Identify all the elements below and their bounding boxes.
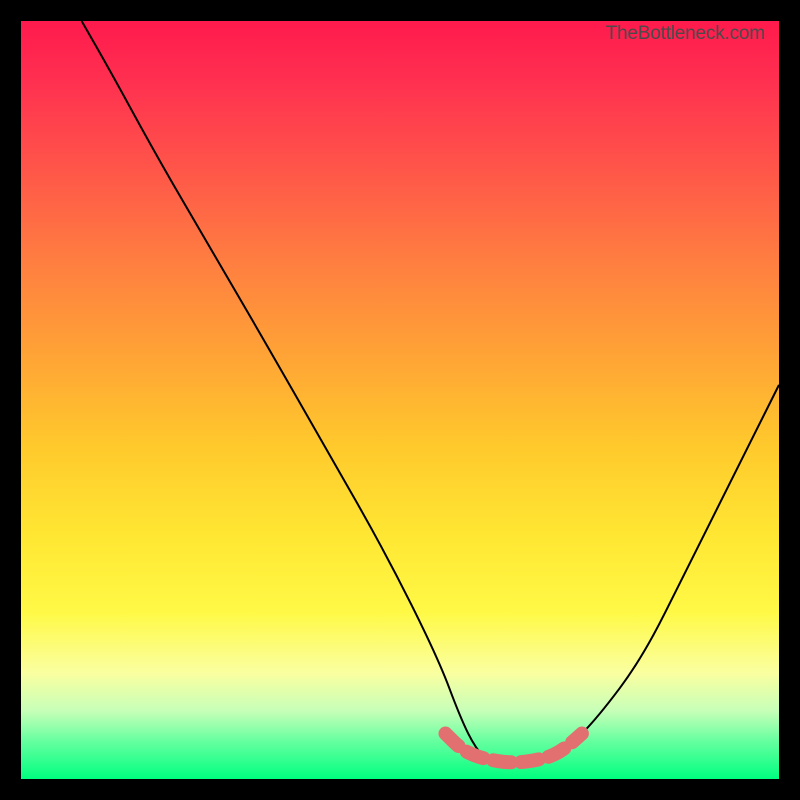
highlight-curve [445,734,581,763]
plot-area: TheBottleneck.com [21,21,779,779]
chart-container: TheBottleneck.com [0,0,800,800]
chart-svg [21,21,779,779]
main-curve [82,21,779,764]
